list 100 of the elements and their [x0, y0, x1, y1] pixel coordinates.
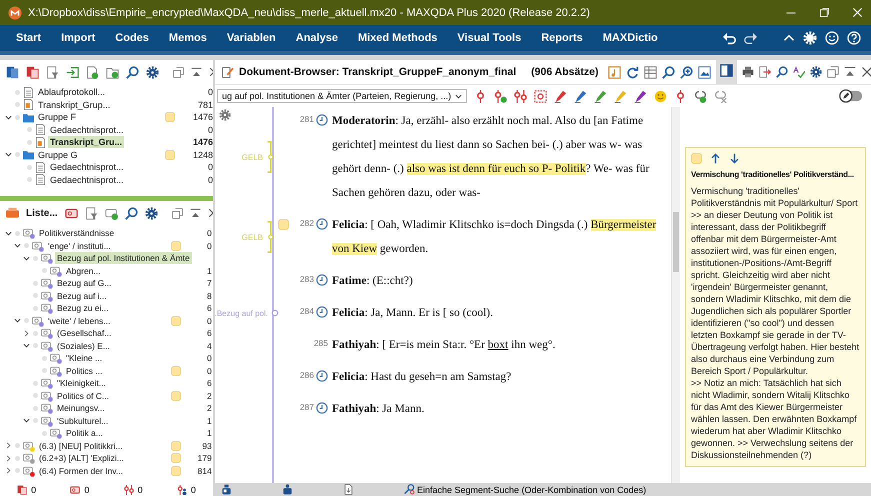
code-dropdown[interactable]: ug auf pol. Institutionen & Ämter (Parteien, Regierung, ...) [217, 89, 468, 103]
remove-link-icon[interactable] [714, 90, 728, 102]
code-item[interactable]: (6.4) Formen der Inv... [37, 464, 125, 477]
person-bottle-icon[interactable] [282, 484, 293, 495]
spellcheck-icon[interactable] [793, 66, 806, 78]
chevron-down-icon[interactable] [4, 230, 12, 237]
chevron-right-icon[interactable] [4, 454, 12, 462]
document-item[interactable]: Gedaechtnisprot... [48, 174, 126, 186]
timestamp-clock-icon[interactable] [316, 370, 328, 382]
documents-icon[interactable] [6, 66, 19, 78]
menu-tab[interactable]: Memos [158, 28, 217, 48]
side-panel-icon[interactable] [720, 64, 734, 77]
document-item[interactable]: Transkript_Grup... [36, 98, 112, 111]
chevron-down-icon[interactable] [22, 254, 30, 262]
export-icon[interactable] [759, 66, 772, 78]
copy-documents-icon[interactable] [26, 66, 39, 78]
new-code-icon[interactable] [104, 206, 118, 220]
chevron-right-icon[interactable] [4, 442, 12, 450]
menu-tab[interactable]: MAXDictio [592, 28, 668, 48]
highlighter-icon[interactable] [574, 90, 588, 102]
close-icon[interactable] [861, 66, 871, 78]
chevron-down-icon[interactable] [22, 417, 30, 424]
zoom-out-icon[interactable] [662, 66, 676, 78]
document-item[interactable]: Transkript_Gru... [48, 136, 124, 148]
print-icon[interactable] [742, 66, 754, 78]
code-item[interactable]: 'Subkulturel... [55, 414, 110, 427]
document-item[interactable]: Gedaechtnisprot... [48, 124, 126, 136]
smiley-icon[interactable] [825, 31, 839, 45]
timestamp-clock-icon[interactable] [316, 274, 328, 286]
document-item[interactable]: Ablaufprotokoll... [36, 86, 108, 98]
codes-icon[interactable] [64, 206, 78, 220]
collapse-icon[interactable] [191, 66, 202, 78]
code-item[interactable]: Bezug auf i... [55, 290, 109, 302]
table-icon[interactable] [644, 66, 658, 78]
collapse-icon[interactable] [190, 208, 201, 218]
add-link-icon[interactable] [694, 90, 708, 102]
code-item[interactable]: (6.3) [NEU] Politikkri... [37, 440, 125, 452]
toggle-switch-icon[interactable] [839, 89, 863, 103]
chevron-right-icon[interactable] [4, 467, 12, 474]
code-item[interactable]: Meinungsv... [55, 402, 107, 414]
code-item[interactable]: Politics ... [64, 364, 104, 377]
image-icon[interactable] [698, 66, 712, 78]
menu-tab[interactable]: Start [6, 28, 52, 48]
document-group[interactable]: Gruppe F [36, 111, 78, 124]
search-icon[interactable] [124, 206, 138, 220]
search-icon[interactable] [776, 66, 788, 78]
menu-tab[interactable]: Analyse [286, 28, 348, 48]
pins-icon[interactable] [514, 90, 528, 102]
highlighter-icon[interactable] [554, 90, 568, 102]
segment-search-icon[interactable] [404, 484, 415, 495]
chevron-right-icon[interactable] [22, 330, 30, 337]
settings-icon[interactable] [144, 206, 158, 220]
ink-bottle-icon[interactable] [221, 484, 232, 495]
code-item[interactable]: Politik a... [64, 427, 105, 440]
audio-icon[interactable] [608, 66, 622, 78]
undock-icon[interactable] [173, 66, 184, 78]
code-item[interactable]: Bezug auf pol. Institutionen & Ämte [55, 252, 192, 264]
timestamp-clock-icon[interactable] [316, 114, 328, 126]
search-icon[interactable] [126, 66, 139, 78]
code-item[interactable]: "Kleinigkeit... [55, 377, 108, 390]
up-arrow-icon[interactable] [710, 153, 721, 164]
undock-icon[interactable] [172, 208, 183, 218]
code-item[interactable]: (Soziales) E... [55, 340, 112, 352]
code-item[interactable]: Abgren... [64, 264, 102, 277]
document-group[interactable]: Gruppe G [36, 148, 80, 161]
menu-tab[interactable]: Reports [531, 28, 593, 48]
help-icon[interactable] [847, 31, 861, 45]
add-pin-icon[interactable] [494, 90, 508, 102]
new-folder-icon[interactable] [106, 66, 119, 78]
maximize-icon[interactable] [819, 7, 830, 18]
settings-icon[interactable] [810, 66, 822, 78]
chevron-down-icon[interactable] [4, 151, 12, 158]
code-item[interactable]: (6.2+3) [ALT] 'Explizi... [37, 452, 126, 464]
chevron-down-icon[interactable] [22, 342, 30, 350]
menu-tab[interactable]: Visual Tools [447, 28, 532, 48]
code-item[interactable]: Bezug zu ei... [55, 302, 111, 314]
redo-icon[interactable] [744, 32, 757, 44]
code-item[interactable]: Politikverständnisse [37, 227, 116, 240]
code-item[interactable]: Bezug auf G... [55, 277, 114, 290]
document-download-icon[interactable] [343, 484, 354, 495]
settings-icon[interactable] [146, 66, 159, 78]
menu-tab[interactable]: Mixed Methods [348, 28, 448, 48]
menu-tab[interactable]: Codes [105, 28, 159, 48]
collapse-icon[interactable] [844, 66, 856, 78]
code-item[interactable]: Politics of C... [55, 390, 111, 402]
chevron-down-icon[interactable] [14, 317, 20, 324]
scrollbar[interactable] [671, 107, 680, 483]
code-item[interactable]: 'weite' / lebens... [46, 314, 112, 327]
code-item[interactable]: (Gesellschaf... [55, 327, 114, 340]
highlighter-icon[interactable] [634, 90, 648, 102]
document-item[interactable]: Gedaechtnisprot... [48, 161, 126, 174]
timestamp-clock-icon[interactable] [316, 218, 328, 230]
filter-icon[interactable] [46, 66, 59, 78]
menu-tab[interactable]: Import [51, 28, 106, 48]
undo-icon[interactable] [723, 32, 736, 44]
sync-icon[interactable] [626, 66, 640, 78]
smiley-icon[interactable] [654, 90, 668, 102]
timestamp-clock-icon[interactable] [316, 402, 328, 414]
menu-tab[interactable]: Variablen [216, 28, 286, 48]
undock-icon[interactable] [827, 66, 840, 78]
